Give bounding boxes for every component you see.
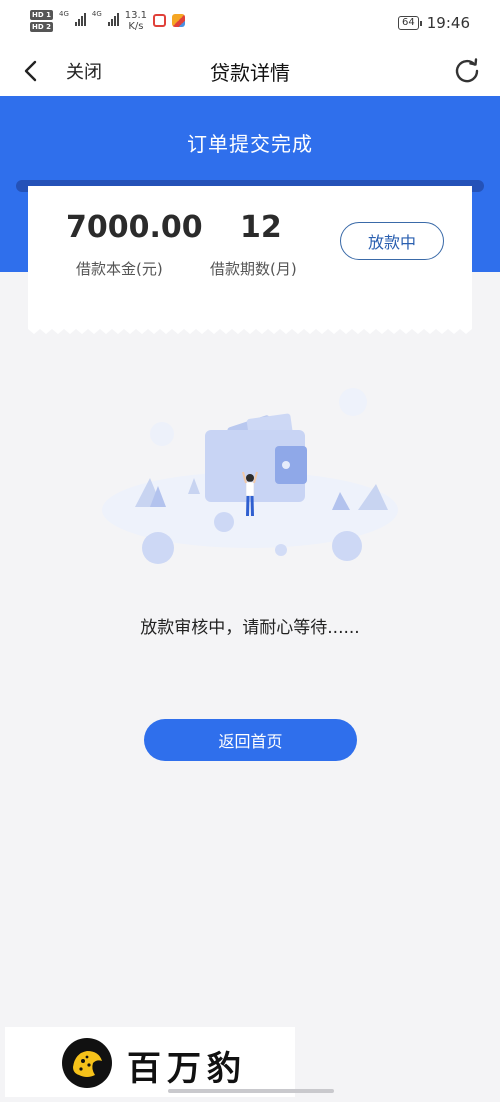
- clock: 19:46: [426, 14, 470, 32]
- hd2-badge: HD 2: [30, 22, 53, 32]
- signal-icon-2: [107, 12, 119, 26]
- network-speed: 13.1 K/s: [125, 10, 147, 32]
- network-type-2: 4G: [91, 10, 102, 18]
- page-title: 贷款详情: [210, 61, 290, 85]
- brand-name: 百万豹: [127, 1049, 247, 1089]
- loan-status-badge: 放款中: [340, 222, 444, 260]
- hd-stack: HD 1 HD 2: [30, 10, 53, 32]
- notification-app-icon-multicolor: [172, 14, 186, 27]
- speed-value: 13.1: [124, 10, 148, 21]
- brand-watermark: 百万豹: [5, 1027, 295, 1097]
- nav-bar: 关闭 贷款详情: [0, 46, 500, 96]
- notification-app-icon-red: [153, 14, 167, 27]
- return-home-button[interactable]: 返回首页: [144, 719, 357, 761]
- signal-icon-1: [74, 12, 86, 26]
- loan-term-label: 借款期数(月): [210, 260, 297, 278]
- waiting-message: 放款审核中，请耐心等待......: [140, 618, 360, 638]
- hd1-badge: HD 1: [30, 10, 53, 20]
- loan-amount: 7000.00: [66, 210, 203, 245]
- receipt-zigzag-edge: [28, 325, 472, 334]
- network-type-1: 4G: [58, 10, 69, 18]
- loan-amount-label: 借款本金(元): [76, 260, 163, 278]
- speed-unit: K/s: [128, 21, 144, 32]
- loan-summary-card: 7000.00 借款本金(元) 12 借款期数(月) 放款中: [28, 186, 472, 334]
- status-bar: HD 1 HD 2 4G 4G 13.1 K/s 64 19:46: [0, 0, 500, 46]
- home-indicator[interactable]: [168, 1089, 334, 1093]
- loan-term: 12: [240, 210, 282, 245]
- wallet-waiting-illustration: [102, 388, 398, 564]
- order-status-title: 订单提交完成: [187, 132, 313, 156]
- leopard-logo-icon: [62, 1038, 112, 1088]
- status-bar-left: HD 1 HD 2 4G 4G 13.1 K/s: [30, 10, 186, 32]
- refresh-icon[interactable]: [452, 55, 482, 85]
- battery-icon: 64: [398, 16, 422, 30]
- status-bar-right: 64 19:46: [398, 14, 470, 32]
